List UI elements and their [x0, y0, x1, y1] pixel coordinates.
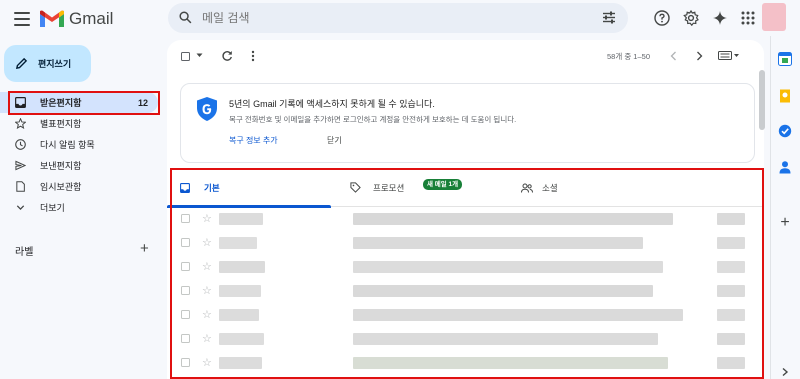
main-menu-icon[interactable]	[14, 12, 30, 26]
settings-gear-icon[interactable]	[683, 10, 699, 26]
add-recovery-info-button[interactable]: 복구 정보 추가	[229, 135, 278, 146]
inbox-highlight-box	[8, 91, 160, 115]
chevron-left-icon[interactable]	[670, 51, 677, 61]
dismiss-banner-button[interactable]: 닫기	[327, 135, 342, 146]
account-avatar[interactable]	[762, 3, 786, 31]
recovery-banner: 5년의 Gmail 기록에 액세스하지 못하게 될 수 있습니다. 복구 전화번…	[180, 83, 755, 163]
compose-button[interactable]: 편지쓰기	[4, 45, 91, 82]
sidebar-item-starred[interactable]: 별표편지함	[0, 113, 158, 134]
pagination-label: 58개 중 1–50	[607, 52, 650, 61]
refresh-icon[interactable]	[221, 50, 233, 62]
star-icon	[15, 118, 26, 129]
google-shield-icon	[197, 97, 217, 121]
get-addons-plus-icon[interactable]: +	[778, 215, 792, 231]
sidebar-item-drafts[interactable]: 임시보관함	[0, 176, 158, 197]
chevron-down-icon	[16, 205, 25, 210]
help-icon[interactable]	[654, 10, 670, 26]
apps-grid-icon[interactable]	[740, 10, 756, 26]
mail-tabs-highlight-box	[170, 168, 764, 379]
clock-icon	[15, 139, 26, 150]
gmail-m-icon	[40, 10, 64, 27]
gemini-sparkle-icon[interactable]	[712, 10, 728, 26]
search-options-icon[interactable]	[602, 11, 616, 24]
search-icon[interactable]	[179, 11, 192, 24]
send-icon	[15, 160, 26, 171]
scrollbar[interactable]	[759, 70, 765, 130]
mail-toolbar: 58개 중 1–50	[167, 40, 764, 72]
calendar-icon[interactable]	[778, 52, 792, 66]
sidebar-item-label: 임시보관함	[40, 182, 82, 192]
banner-title: 5년의 Gmail 기록에 액세스하지 못하게 될 수 있습니다.	[229, 99, 435, 109]
gmail-window: Gmail 메일 검색 편지쓰기 받은편지함 12 별표편지함 다시 알림 항목…	[0, 0, 800, 379]
side-panel-divider	[770, 36, 771, 379]
expand-side-panel-icon[interactable]	[780, 367, 790, 377]
input-tools-icon[interactable]	[718, 51, 740, 60]
pencil-icon	[15, 57, 28, 70]
sidebar-item-snoozed[interactable]: 다시 알림 항목	[0, 134, 158, 155]
sidebar-item-label: 다시 알림 항목	[40, 140, 95, 150]
sidebar-item-sent[interactable]: 보낸편지함	[0, 155, 158, 176]
contacts-icon[interactable]	[778, 160, 792, 174]
compose-label: 편지쓰기	[38, 59, 72, 69]
select-all-checkbox[interactable]	[181, 52, 190, 61]
app-name: Gmail	[69, 9, 114, 28]
more-options-icon[interactable]	[251, 50, 255, 62]
sidebar-item-label: 별표편지함	[40, 119, 82, 129]
labels-heading: 라벨	[15, 247, 34, 258]
search-bar[interactable]	[168, 3, 628, 33]
sidebar-item-more[interactable]: 더보기	[0, 197, 158, 218]
search-input[interactable]	[202, 9, 562, 27]
sidebar-item-label: 보낸편지함	[40, 161, 82, 171]
draft-icon	[16, 181, 25, 192]
select-dropdown-icon[interactable]	[196, 53, 203, 58]
add-label-button[interactable]: +	[140, 240, 149, 257]
banner-description: 복구 전화번호 및 이메일을 추가하면 로그인하고 계정을 안전하게 보호하는 …	[229, 115, 517, 124]
keep-icon[interactable]	[778, 89, 792, 103]
sidebar-item-label: 더보기	[40, 203, 65, 213]
tasks-icon[interactable]	[778, 124, 792, 138]
gmail-logo[interactable]: Gmail	[40, 7, 113, 31]
chevron-right-icon[interactable]	[696, 51, 703, 61]
